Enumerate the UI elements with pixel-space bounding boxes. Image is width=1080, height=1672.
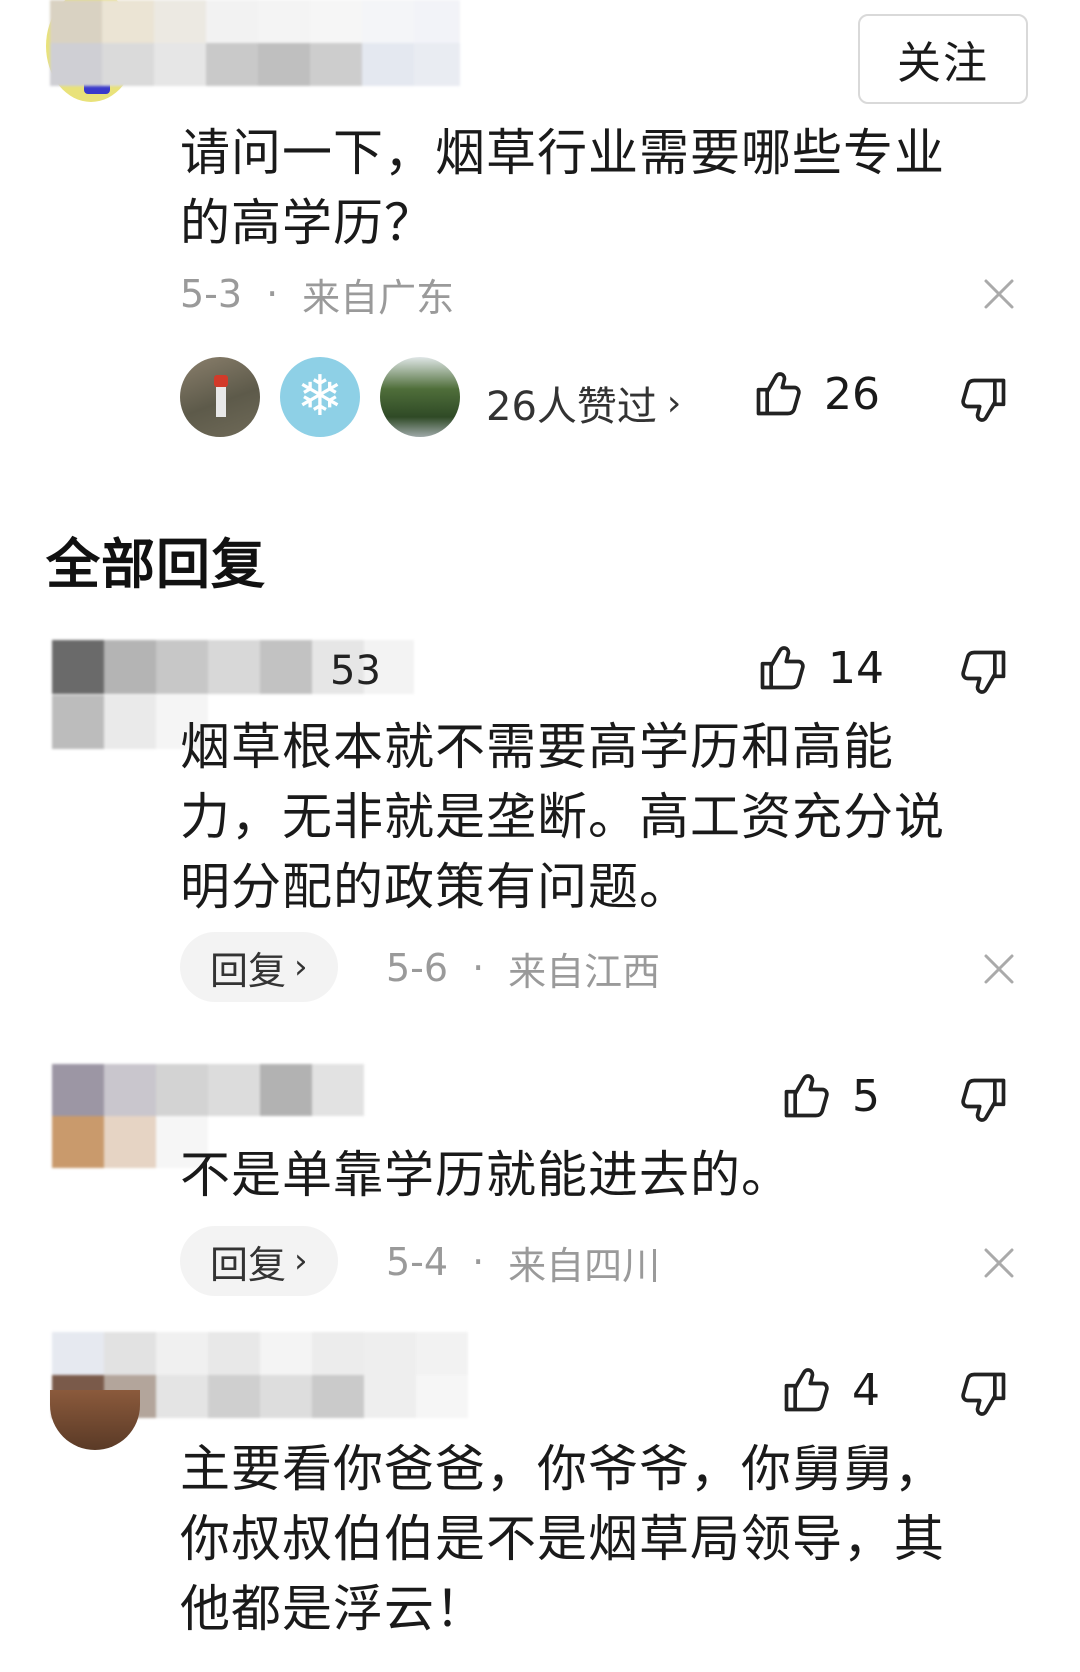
- post-date: 5-3: [180, 272, 243, 316]
- liker-avatar[interactable]: [180, 357, 260, 437]
- separator-dot: ·: [472, 946, 485, 990]
- thumbs-down-icon[interactable]: [958, 1368, 1010, 1420]
- post-location: 来自广东: [302, 275, 455, 320]
- snowflake-icon: ❄: [296, 364, 344, 429]
- reply-text-line: 不是单靠学历就能进去的。: [180, 1146, 792, 1204]
- reply-date: 5-4: [386, 1240, 449, 1284]
- like-count: 26: [824, 368, 880, 420]
- reply-text-line: 主要看你爸爸，你爷爷，你舅舅，: [180, 1440, 945, 1498]
- like-count: 4: [852, 1364, 880, 1416]
- reply-meta: 5-6 · 来自江西: [386, 940, 660, 996]
- reply-text-line: 他都是浮云！: [180, 1580, 486, 1638]
- separator-dot: ·: [266, 272, 279, 316]
- reply-label: 回复: [210, 948, 287, 993]
- like-count: 14: [828, 642, 884, 694]
- thumbs-up-icon: [780, 1070, 832, 1122]
- reply-text-line: 力，无非就是垄断。高工资充分说: [180, 788, 945, 846]
- post-like-button[interactable]: 26: [752, 368, 880, 420]
- liker-avatar[interactable]: ❄: [280, 357, 360, 437]
- reply-text: 烟草根本就不需要高学历和高能 力，无非就是垄断。高工资充分说 明分配的政策有问题…: [180, 712, 1010, 922]
- follow-button[interactable]: 关注: [858, 14, 1028, 104]
- post-text: 请问一下，烟草行业需要哪些专业 的高学历？: [180, 118, 1000, 258]
- reply-text: 主要看你爸爸，你爷爷，你舅舅， 你叔叔伯伯是不是烟草局领导，其 他都是浮云！: [180, 1434, 1020, 1644]
- liked-by-link[interactable]: 26人赞过 ›: [486, 374, 681, 432]
- thumbs-down-icon[interactable]: [958, 646, 1010, 698]
- reply-text: 不是单靠学历就能进去的。: [180, 1140, 1010, 1210]
- reply-text-line: 烟草根本就不需要高学历和高能: [180, 718, 894, 776]
- reply-like-button[interactable]: 14: [756, 642, 884, 694]
- reply-text-line: 明分配的政策有问题。: [180, 858, 690, 916]
- reply-button[interactable]: 回复 ›: [180, 1226, 338, 1296]
- reply-like-button[interactable]: 4: [780, 1364, 880, 1416]
- post-meta: 5-3 · 来自广东: [180, 266, 454, 322]
- liker-avatar[interactable]: [380, 357, 460, 437]
- reply-location: 来自四川: [508, 1243, 661, 1288]
- chevron-right-icon: ›: [666, 382, 682, 424]
- separator-dot: ·: [472, 1240, 485, 1284]
- post-text-line: 的高学历？: [180, 194, 435, 252]
- thumbs-up-icon: [752, 368, 804, 420]
- reply-label: 回复: [210, 1242, 287, 1287]
- reply-button[interactable]: 回复 ›: [180, 932, 338, 1002]
- thumbs-up-icon: [756, 642, 808, 694]
- reply-like-button[interactable]: 5: [780, 1070, 880, 1122]
- reply-username-tail: 53: [330, 648, 381, 694]
- thumbs-down-icon[interactable]: [958, 1074, 1010, 1126]
- reply-location: 来自江西: [508, 949, 661, 994]
- chevron-right-icon: ›: [294, 1241, 308, 1281]
- thumbs-up-icon: [780, 1364, 832, 1416]
- close-icon[interactable]: [982, 277, 1016, 311]
- reply-text-line: 你叔叔伯伯是不是烟草局领导，其: [180, 1510, 945, 1568]
- reply-date: 5-6: [386, 946, 449, 990]
- thumbs-down-icon[interactable]: [958, 374, 1010, 426]
- close-icon[interactable]: [982, 952, 1016, 986]
- like-count: 5: [852, 1070, 880, 1122]
- chevron-right-icon: ›: [294, 947, 308, 987]
- avatar[interactable]: [50, 1390, 140, 1450]
- close-icon[interactable]: [982, 1246, 1016, 1280]
- username-redacted: [50, 0, 460, 86]
- section-title: 全部回复: [46, 533, 266, 596]
- reply-meta: 5-4 · 来自四川: [386, 1234, 660, 1290]
- liked-by-label: 26人赞过: [486, 384, 657, 430]
- post-text-line: 请问一下，烟草行业需要哪些专业: [180, 124, 945, 182]
